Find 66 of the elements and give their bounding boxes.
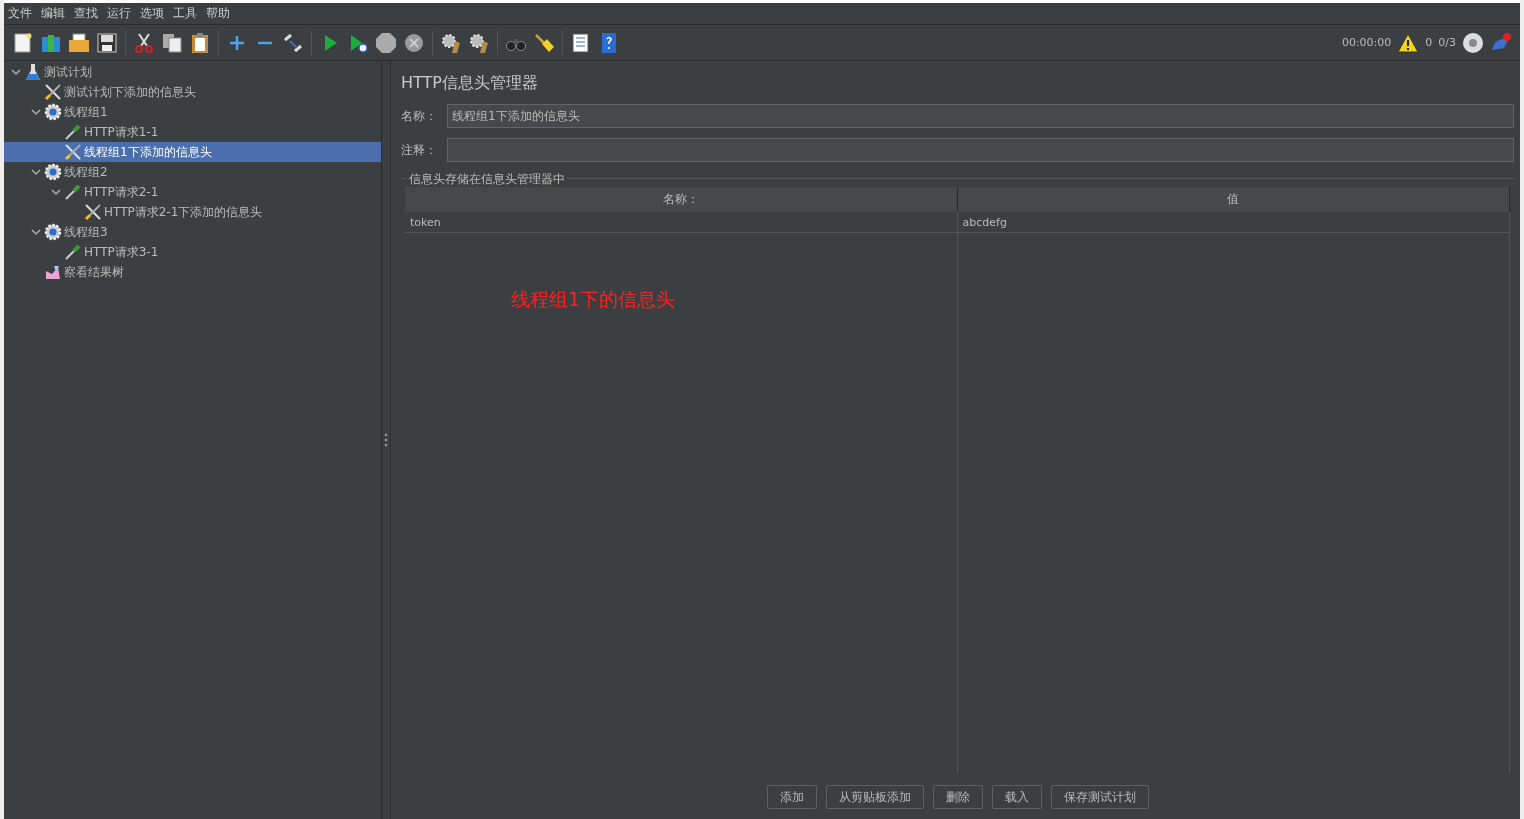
action-button[interactable]: 添加 (766, 785, 817, 809)
table-cell: token (405, 212, 958, 232)
comment-field[interactable] (447, 138, 1514, 162)
toggle-icon[interactable] (282, 31, 304, 54)
gear-icon (44, 223, 62, 241)
active-threads: 0/3 (1438, 36, 1456, 49)
menu-item[interactable]: 工具 (173, 5, 197, 22)
wrench-icon (64, 143, 82, 161)
paste-icon[interactable] (189, 31, 211, 54)
pipette-icon (64, 183, 82, 201)
tree-item[interactable]: 线程组2 (4, 162, 381, 182)
annotation-text: 线程组1下的信息头 (511, 287, 676, 312)
remote-icon[interactable] (1462, 31, 1484, 54)
column-header[interactable]: 值 (957, 187, 1510, 212)
cut-icon[interactable] (133, 31, 155, 54)
action-button[interactable]: 删除 (932, 785, 983, 809)
flask-icon (24, 63, 42, 81)
action-button[interactable]: 保存测试计划 (1050, 785, 1149, 809)
elapsed-time: 00:00:00 (1341, 36, 1392, 49)
tree-item[interactable]: HTTP请求3-1 (4, 242, 381, 262)
panel-title: HTTP信息头管理器 (401, 73, 539, 94)
broom-icon[interactable] (533, 31, 555, 54)
tree-item[interactable]: 测试计划下添加的信息头 (4, 82, 381, 102)
menu-item[interactable]: 查找 (74, 5, 98, 22)
copy-icon[interactable] (161, 31, 183, 54)
chart-icon (44, 263, 62, 281)
gear-icon (44, 163, 62, 181)
menu-item[interactable]: 选项 (140, 5, 164, 22)
tree-item[interactable]: 线程组1 (4, 102, 381, 122)
column-header[interactable]: 名称： (405, 187, 958, 212)
splitter-handle[interactable] (384, 433, 388, 447)
save-icon[interactable] (96, 31, 118, 54)
menu-item[interactable]: 文件 (8, 5, 32, 22)
tree-item[interactable]: 线程组3 (4, 222, 381, 242)
name-label: 名称： (401, 107, 438, 125)
chevron-icon[interactable] (31, 227, 41, 237)
wrench-icon (84, 203, 102, 221)
new-file-icon[interactable] (12, 31, 34, 54)
list-icon[interactable] (570, 31, 592, 54)
clear-all-icon[interactable] (468, 31, 490, 54)
comment-label: 注释： (401, 141, 438, 159)
menu-item[interactable]: 编辑 (41, 5, 65, 22)
action-button[interactable]: 从剪贴板添加 (825, 785, 924, 809)
wrench-icon (44, 83, 62, 101)
shutdown-icon[interactable] (403, 31, 425, 54)
action-button[interactable]: 载入 (991, 785, 1042, 809)
warning-icon[interactable] (1397, 32, 1420, 53)
warning-count: 0 (1425, 36, 1433, 49)
pipette-icon (64, 123, 82, 141)
open-folder-icon[interactable] (68, 31, 90, 54)
menu-item[interactable]: 帮助 (206, 5, 230, 22)
chevron-icon[interactable] (11, 67, 21, 77)
table-cell: abcdefg (957, 212, 1510, 232)
gear-icon (44, 103, 62, 121)
tree-item[interactable]: 线程组1下添加的信息头 (4, 142, 381, 162)
tree-item[interactable]: HTTP请求2-1 (4, 182, 381, 202)
stop-icon[interactable] (375, 31, 397, 54)
menu-item[interactable]: 运行 (107, 5, 131, 22)
tree-item[interactable]: HTTP请求1-1 (4, 122, 381, 142)
clear-icon[interactable] (440, 31, 462, 54)
tree-item[interactable]: 察看结果树 (4, 262, 381, 282)
name-field[interactable]: 线程组1下添加的信息头 (447, 104, 1514, 128)
pipette-icon (64, 243, 82, 261)
tree-item[interactable]: HTTP请求2-1下添加的信息头 (4, 202, 381, 222)
chevron-icon[interactable] (31, 107, 41, 117)
tree-item[interactable]: 测试计划 (4, 62, 381, 82)
